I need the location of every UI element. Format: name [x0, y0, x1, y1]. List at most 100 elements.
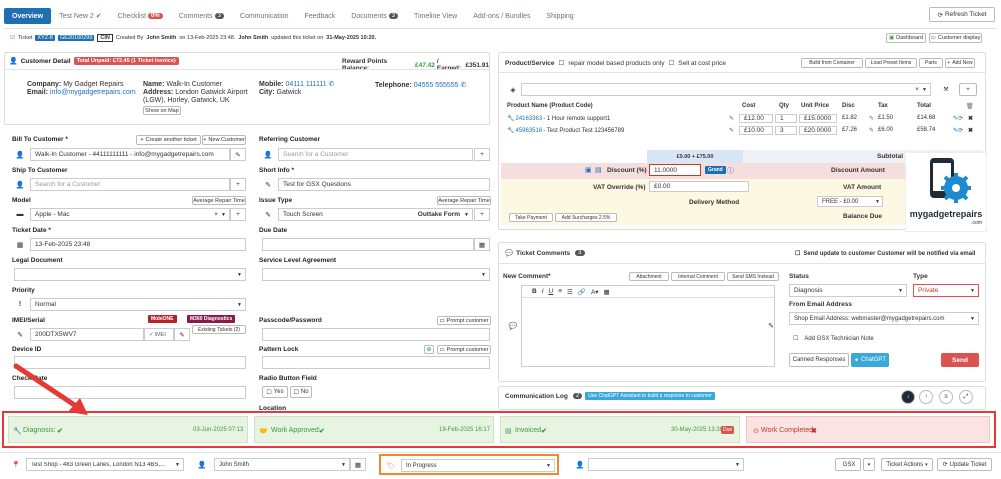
- mobile-link[interactable]: 04111 111111: [285, 81, 326, 88]
- comment-editor[interactable]: BIU ≡ ☰ 🔗 A▾ ▦: [521, 285, 775, 367]
- from-email-select[interactable]: Shop Email Address: webmaster@mygadgetre…: [789, 312, 979, 325]
- tab-comments[interactable]: Comments 3: [171, 8, 232, 24]
- unit-price-input[interactable]: £20.0000: [799, 126, 837, 135]
- passcode-input[interactable]: [262, 328, 490, 341]
- tools-icon[interactable]: ⚒: [937, 83, 955, 96]
- ticket-actions-button[interactable]: Ticket Actions ▾: [881, 458, 933, 471]
- tab-timeline-view[interactable]: Timeline View: [406, 8, 465, 24]
- canned-responses-button[interactable]: Canned Responses: [789, 353, 849, 367]
- edit-customer-button[interactable]: ✎: [230, 148, 246, 161]
- table-icon[interactable]: ▦: [604, 288, 610, 296]
- pattern-add-button[interactable]: ⊕: [424, 345, 434, 354]
- tab-documents[interactable]: Documents 3: [343, 8, 406, 24]
- product-code-link[interactable]: 45963516: [515, 128, 542, 134]
- attachment-button[interactable]: Attachment: [629, 272, 669, 281]
- chatgpt-assistant-button[interactable]: Use ChatGPT Assistant to build a respons…: [585, 392, 715, 400]
- add-model-button[interactable]: +: [230, 208, 246, 221]
- product-code-link[interactable]: 24163363: [515, 116, 542, 122]
- grand-toggle[interactable]: Grand: [705, 166, 726, 174]
- ticket-ref-badge[interactable]: GE20160299: [58, 35, 95, 41]
- assignee-select[interactable]: John Smith ▼: [214, 458, 350, 471]
- referring-customer-select[interactable]: Search for a Customer: [278, 148, 473, 161]
- bill-to-select[interactable]: Walk-In Customer - 44111111111 - info@my…: [30, 148, 230, 161]
- radio-yes[interactable]: ☐ Yes: [262, 386, 288, 398]
- issue-type-select[interactable]: Touch Screen Outtake Form ▼: [278, 208, 473, 221]
- send-sms-button[interactable]: Send SMS Instead: [727, 272, 779, 281]
- telephone-link[interactable]: 04555 555555: [414, 82, 459, 89]
- calc-icon[interactable]: ▤: [595, 166, 602, 174]
- remove-row-icon[interactable]: ✖: [968, 127, 973, 134]
- load-preset-items-button[interactable]: Load Preset Items: [865, 58, 917, 68]
- new-customer-button[interactable]: + New Customer: [202, 135, 246, 145]
- pattern-lock-input[interactable]: [262, 356, 490, 369]
- shop-select[interactable]: Test Shop - 483 Green Lanes, London N13 …: [26, 458, 184, 471]
- short-info-input[interactable]: Test for GSX Questions: [278, 178, 490, 191]
- ship-to-select[interactable]: Search for a Customer: [30, 178, 230, 191]
- edit-row-icon[interactable]: ✎⟳: [953, 127, 963, 134]
- tab-add-ons[interactable]: Add-ons / Bundles: [465, 8, 538, 24]
- edit-icon[interactable]: ✎: [729, 115, 734, 122]
- vat-override-input[interactable]: £0.00: [649, 181, 749, 192]
- expand-icon[interactable]: ⤢: [959, 390, 973, 404]
- add-new-product-button[interactable]: + Add New: [945, 58, 975, 68]
- gsx-note-option[interactable]: ☐ Add GSX Technician Note: [793, 335, 874, 343]
- create-another-ticket-button[interactable]: + Create another ticket: [136, 135, 201, 145]
- repair-model-checkbox[interactable]: ☐: [559, 59, 565, 67]
- imei-input[interactable]: 200DTX5WV7: [30, 328, 144, 341]
- dashboard-button[interactable]: ▣ Dashboard: [886, 33, 926, 43]
- phone-icon[interactable]: ✆: [329, 81, 335, 88]
- unit-price-input[interactable]: £15.0000: [799, 114, 837, 123]
- model-select[interactable]: Apple - Mac × ▼: [30, 208, 230, 221]
- delivery-select[interactable]: FREE - £0.00 ▼: [817, 196, 883, 207]
- refresh-ticket-button[interactable]: ⟳ Refresh Ticket: [929, 7, 995, 22]
- send-comment-button[interactable]: Send: [941, 353, 979, 367]
- add-surcharges-button[interactable]: Add Surcharges 2.5%: [555, 213, 617, 222]
- qty-input[interactable]: 3: [775, 126, 797, 135]
- ordered-list-icon[interactable]: ☰: [567, 288, 573, 296]
- add-ship-to-button[interactable]: +: [230, 178, 246, 191]
- add-product-button[interactable]: +: [959, 83, 977, 96]
- cost-input[interactable]: £12.00: [739, 114, 773, 123]
- edit-icon[interactable]: ✎: [729, 127, 734, 134]
- customer-display-button[interactable]: ▭ Customer display: [929, 33, 982, 43]
- clear-icon[interactable]: ×: [915, 86, 919, 93]
- issue-avg-repair-time-button[interactable]: Average Repair Time: [437, 196, 491, 205]
- link-icon[interactable]: 🔗: [578, 288, 586, 296]
- remove-row-icon[interactable]: ✖: [968, 115, 973, 122]
- sla-select[interactable]: ▼: [262, 268, 490, 281]
- radio-no[interactable]: ☐ No: [290, 386, 312, 398]
- build-from-container-button[interactable]: Build from Container: [801, 58, 863, 68]
- existing-tickets-button[interactable]: Existing Tickets (2): [192, 325, 246, 334]
- ticket-status-select[interactable]: In Progress ▼: [401, 459, 555, 472]
- send-update-option[interactable]: ☐ Send update to customer Customer will b…: [795, 250, 975, 258]
- discount-input[interactable]: 11.0000: [649, 164, 701, 176]
- tab-communication[interactable]: Communication: [232, 8, 297, 24]
- tab-test-new-2[interactable]: Test New 2 ✔: [51, 8, 110, 24]
- tab-checklist[interactable]: Checklist 0%: [110, 8, 171, 24]
- due-date-calendar-button[interactable]: ▦: [474, 238, 490, 251]
- tab-overview[interactable]: Overview: [4, 8, 52, 24]
- list-icon[interactable]: ≡: [558, 288, 562, 295]
- underline-icon[interactable]: U: [549, 288, 554, 295]
- model-avg-repair-time-button[interactable]: Average Repair Time: [192, 196, 246, 205]
- imei-edit-button[interactable]: ✎: [174, 328, 190, 341]
- parts-button[interactable]: Parts: [919, 58, 943, 68]
- bold-icon[interactable]: B: [532, 288, 537, 295]
- edit-row-icon[interactable]: ✎⟳: [953, 115, 963, 122]
- sell-at-cost-checkbox[interactable]: ☐: [668, 59, 674, 67]
- menu-icon[interactable]: ≡: [939, 390, 953, 404]
- sort-desc-icon[interactable]: ↓: [901, 390, 915, 404]
- tab-shipping[interactable]: Shipping: [538, 8, 581, 24]
- due-date-input[interactable]: [262, 238, 474, 251]
- update-ticket-button[interactable]: ⟳ Update Ticket: [937, 458, 992, 471]
- edit-icon[interactable]: ✎: [869, 115, 874, 122]
- email-link[interactable]: info@mygadgetrepairs.com: [50, 89, 136, 96]
- bookmark-icon[interactable]: ▣: [585, 166, 592, 174]
- take-payment-button[interactable]: Take Payment: [509, 213, 553, 222]
- italic-icon[interactable]: I: [542, 288, 544, 295]
- add-referring-button[interactable]: +: [474, 148, 490, 161]
- type-select[interactable]: Private ▼: [913, 284, 979, 297]
- tab-feedback[interactable]: Feedback: [297, 8, 344, 24]
- text-color-icon[interactable]: A▾: [591, 288, 599, 296]
- phone-icon[interactable]: ✆: [461, 82, 467, 89]
